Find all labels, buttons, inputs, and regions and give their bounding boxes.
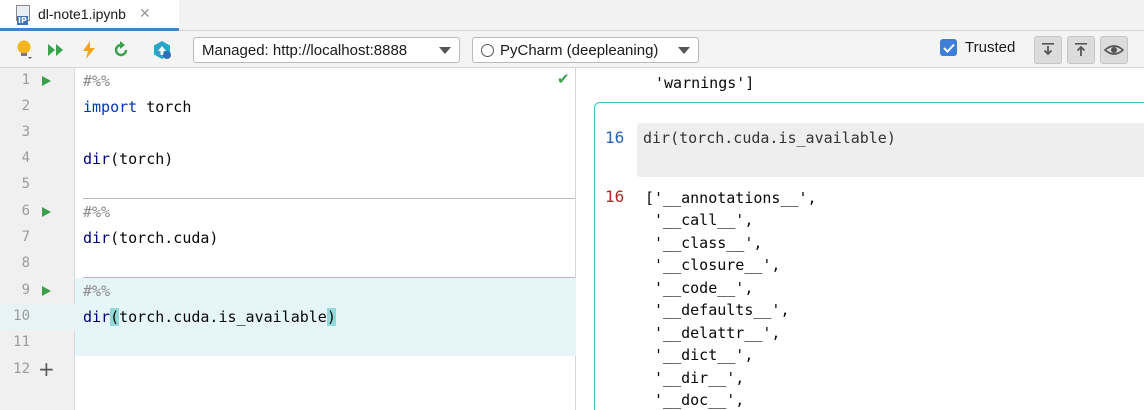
output-prompt-number: 16	[605, 187, 625, 206]
eye-icon	[1104, 45, 1124, 55]
gutter-line: 2	[0, 94, 75, 120]
output-pane[interactable]: 'warnings'] 16 dir(torch.cuda.is_availab…	[577, 68, 1144, 410]
preview-button[interactable]	[1100, 36, 1128, 64]
output-line: '__closure__',	[645, 256, 781, 274]
server-select-value: Managed: http://localhost:8888	[202, 41, 408, 59]
kernel-select[interactable]: PyCharm (deepleaning)	[472, 37, 699, 63]
output-line: '__class__',	[645, 234, 763, 252]
gutter-line: 11	[0, 330, 75, 356]
add-cell-icon[interactable]: +	[38, 357, 55, 381]
server-select[interactable]: Managed: http://localhost:8888	[193, 37, 460, 63]
trusted-checkbox[interactable]	[940, 39, 957, 56]
line-number: 2	[21, 98, 30, 114]
line-number: 10	[13, 308, 30, 324]
gutter-line: 4	[0, 146, 75, 172]
code-line: import torch	[83, 98, 192, 116]
cell-separator	[83, 198, 575, 199]
code-line-current: dir(torch.cuda.is_available)	[83, 308, 336, 326]
kernel-select-value: PyCharm (deepleaning)	[500, 41, 659, 59]
jupyter-upload-icon[interactable]	[150, 38, 174, 62]
run-cell-icon[interactable]	[42, 286, 51, 296]
gutter-line: 5	[0, 172, 75, 198]
code-line: dir(torch)	[83, 150, 174, 168]
tab-title: dl-note1.ipynb	[38, 6, 126, 22]
close-icon[interactable]: ✕	[139, 6, 151, 22]
line-number: 12	[13, 361, 30, 377]
input-code: dir(torch.cuda.is_available)	[643, 129, 896, 147]
output-line: '__call__',	[645, 211, 754, 229]
previous-output-tail: 'warnings']	[655, 74, 755, 92]
chevron-down-icon	[439, 47, 451, 54]
line-number: 1	[21, 72, 30, 88]
code-line: #%%	[83, 203, 111, 221]
upload-button[interactable]	[1067, 36, 1095, 64]
run-cell-icon[interactable]	[42, 76, 51, 86]
input-prompt-number: 16	[605, 128, 625, 147]
cell-separator	[83, 277, 575, 278]
gutter-line: 3	[0, 120, 75, 146]
code-line: dir(torch.cuda)	[83, 229, 219, 247]
kernel-status-icon	[481, 43, 494, 57]
ipynb-file-icon: IP	[16, 5, 30, 25]
check-icon: ✔	[557, 70, 570, 88]
restart-kernel-icon[interactable]	[109, 38, 133, 62]
notebook-toolbar: Managed: http://localhost:8888 PyCharm (…	[0, 31, 1144, 68]
line-number: 3	[21, 124, 30, 140]
code-line: #%%	[83, 72, 111, 90]
chevron-down-icon	[678, 47, 690, 54]
gutter-line: 1	[0, 68, 75, 94]
output-line: '__dict__',	[645, 346, 754, 364]
gutter-line: 6	[0, 199, 75, 225]
trusted-toggle[interactable]: Trusted	[940, 39, 1015, 56]
line-gutter: 1 2 3 4 5 6 7 8 9 10 11 12 +	[0, 68, 75, 410]
gutter-line-current: 10	[0, 304, 75, 330]
line-number: 8	[21, 255, 30, 271]
line-number: 4	[21, 150, 30, 166]
line-number: 6	[21, 203, 30, 219]
gutter-line: 7	[0, 225, 75, 251]
trusted-label: Trusted	[965, 39, 1016, 56]
code-editor[interactable]: ✔ #%% import torch dir(torch) #%% dir(to…	[75, 68, 576, 410]
line-number: 5	[21, 176, 30, 192]
gutter-line: 8	[0, 251, 75, 277]
line-number: 9	[21, 282, 30, 298]
run-all-icon[interactable]	[44, 38, 68, 62]
output-line: '__defaults__',	[645, 301, 790, 319]
output-line: '__dir__',	[645, 369, 745, 387]
download-button[interactable]	[1034, 36, 1062, 64]
gutter-line: 12 +	[0, 357, 75, 383]
line-number: 11	[13, 334, 30, 350]
output-line: '__doc__',	[645, 391, 745, 409]
output-line: ['__annotations__',	[645, 189, 817, 207]
run-cell-icon[interactable]	[42, 207, 51, 217]
code-line: #%%	[83, 282, 111, 300]
upload-icon	[1075, 43, 1087, 56]
tab-dl-note1[interactable]: IP dl-note1.ipynb ✕	[0, 0, 179, 31]
editor-tab-bar: IP dl-note1.ipynb ✕	[0, 0, 1144, 31]
lightbulb-icon[interactable]	[12, 38, 36, 62]
lightning-icon[interactable]	[77, 38, 101, 62]
output-line: '__delattr__',	[645, 324, 781, 342]
line-number: 7	[21, 229, 30, 245]
download-icon	[1042, 43, 1054, 56]
gutter-line: 9	[0, 278, 75, 304]
output-line: '__code__',	[645, 279, 754, 297]
